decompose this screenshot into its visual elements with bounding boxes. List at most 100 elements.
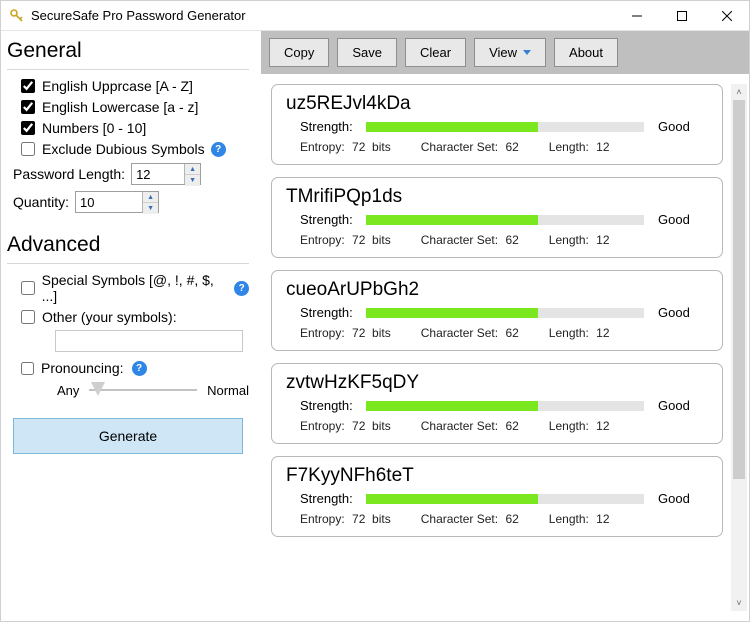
scroll-thumb[interactable] xyxy=(733,100,745,479)
lowercase-checkbox[interactable] xyxy=(21,100,35,114)
strength-bar xyxy=(366,215,644,225)
length-spin-down-icon[interactable]: ▼ xyxy=(185,175,200,186)
charset-label: Character Set: 62 xyxy=(421,140,519,154)
about-button[interactable]: About xyxy=(554,38,618,67)
numbers-label: Numbers [0 - 10] xyxy=(42,120,146,136)
strength-label: Strength: xyxy=(300,119,366,134)
scroll-down-icon[interactable]: ˅ xyxy=(731,595,747,611)
option-special-symbols[interactable]: Special Symbols [@, !, #, $, ...] ? xyxy=(21,272,249,304)
entropy-label: Entropy: 72 bits xyxy=(300,419,391,433)
option-other-symbols[interactable]: Other (your symbols): xyxy=(21,309,249,325)
length-label: Length: 12 xyxy=(549,140,610,154)
view-label: View xyxy=(489,45,517,60)
help-icon[interactable]: ? xyxy=(234,281,249,296)
password-text: uz5REJvl4kDa xyxy=(286,93,708,115)
section-general-title: General xyxy=(7,39,249,63)
strength-verdict: Good xyxy=(658,398,708,413)
password-text: TMrifiPQp1ds xyxy=(286,186,708,208)
option-lowercase[interactable]: English Lowercase [a - z] xyxy=(21,99,249,115)
lowercase-label: English Lowercase [a - z] xyxy=(42,99,198,115)
results-pane: uz5REJvl4kDa Strength: Good Entropy: 72 bit… xyxy=(261,74,749,621)
numbers-checkbox[interactable] xyxy=(21,121,35,135)
slider-label-right: Normal xyxy=(207,383,249,398)
minimize-button[interactable] xyxy=(614,1,659,31)
section-advanced-title: Advanced xyxy=(7,233,249,257)
strength-bar xyxy=(366,401,644,411)
clear-button[interactable]: Clear xyxy=(405,38,466,67)
quantity-label: Quantity: xyxy=(13,194,69,210)
strength-verdict: Good xyxy=(658,212,708,227)
sidebar: General English Upprcase [A - Z] English… xyxy=(1,31,261,621)
help-icon[interactable]: ? xyxy=(132,361,147,376)
charset-label: Character Set: 62 xyxy=(421,419,519,433)
divider xyxy=(7,263,249,264)
pronounce-label: Pronouncing: xyxy=(41,360,124,376)
password-text: F7KyyNFh6teT xyxy=(286,465,708,487)
entropy-label: Entropy: 72 bits xyxy=(300,233,391,247)
exclude-checkbox[interactable] xyxy=(21,142,35,156)
other-checkbox[interactable] xyxy=(21,310,35,324)
entropy-label: Entropy: 72 bits xyxy=(300,326,391,340)
pronounce-slider[interactable] xyxy=(89,380,197,400)
close-button[interactable] xyxy=(704,1,749,31)
qty-spin-up-icon[interactable]: ▲ xyxy=(143,192,158,203)
special-label: Special Symbols [@, !, #, $, ...] xyxy=(42,272,229,304)
length-spin-up-icon[interactable]: ▲ xyxy=(185,164,200,175)
password-card: TMrifiPQp1ds Strength: Good Entropy: 72 bit… xyxy=(271,177,723,258)
password-length-label: Password Length: xyxy=(13,166,125,182)
password-text: cueoArUPbGh2 xyxy=(286,279,708,301)
save-button[interactable]: Save xyxy=(337,38,397,67)
password-length-input[interactable] xyxy=(132,164,184,184)
option-exclude-dubious[interactable]: Exclude Dubious Symbols ? xyxy=(21,141,249,157)
charset-label: Character Set: 62 xyxy=(421,326,519,340)
view-button[interactable]: View xyxy=(474,38,546,67)
quantity-row: Quantity: ▲ ▼ xyxy=(13,191,249,213)
strength-verdict: Good xyxy=(658,305,708,320)
uppercase-checkbox[interactable] xyxy=(21,79,35,93)
chevron-down-icon xyxy=(523,50,531,55)
maximize-button[interactable] xyxy=(659,1,704,31)
copy-button[interactable]: Copy xyxy=(269,38,329,67)
strength-bar xyxy=(366,122,644,132)
password-card: zvtwHzKF5qDYStrength:GoodEntropy: 72 bit… xyxy=(271,363,723,444)
toolbar: Copy Save Clear View About xyxy=(261,31,749,74)
entropy-label: Entropy: 72 bits xyxy=(300,140,391,154)
password-card: cueoArUPbGh2 Strength: Good Entropy: 72 bit… xyxy=(271,270,723,351)
other-label: Other (your symbols): xyxy=(42,309,177,325)
strength-label: Strength: xyxy=(300,305,366,320)
strength-verdict: Good xyxy=(658,119,708,134)
titlebar: SecureSafe Pro Password Generator xyxy=(1,1,749,31)
special-checkbox[interactable] xyxy=(21,281,35,295)
entropy-label: Entropy: 72 bits xyxy=(300,512,391,526)
option-numbers[interactable]: Numbers [0 - 10] xyxy=(21,120,249,136)
help-icon[interactable]: ? xyxy=(211,142,226,157)
pronounce-checkbox[interactable] xyxy=(21,362,34,375)
generate-button[interactable]: Generate xyxy=(13,418,243,454)
length-label: Length: 12 xyxy=(549,326,610,340)
scrollbar[interactable]: ˄ ˅ xyxy=(731,84,747,611)
strength-label: Strength: xyxy=(300,398,366,413)
strength-bar xyxy=(366,308,644,318)
strength-bar xyxy=(366,494,644,504)
uppercase-label: English Upprcase [A - Z] xyxy=(42,78,193,94)
quantity-input[interactable] xyxy=(76,192,142,212)
strength-label: Strength: xyxy=(300,491,366,506)
scroll-up-icon[interactable]: ˄ xyxy=(731,84,747,100)
length-label: Length: 12 xyxy=(549,419,610,433)
exclude-label: Exclude Dubious Symbols xyxy=(42,141,205,157)
window-title: SecureSafe Pro Password Generator xyxy=(31,8,246,23)
slider-label-left: Any xyxy=(57,383,79,398)
password-card: F7KyyNFh6teTStrength:GoodEntropy: 72 bit… xyxy=(271,456,723,537)
length-label: Length: 12 xyxy=(549,512,610,526)
other-symbols-input[interactable] xyxy=(55,330,243,352)
slider-thumb-icon[interactable] xyxy=(91,382,105,396)
option-uppercase[interactable]: English Upprcase [A - Z] xyxy=(21,78,249,94)
length-label: Length: 12 xyxy=(549,233,610,247)
charset-label: Character Set: 62 xyxy=(421,233,519,247)
app-icon xyxy=(9,8,25,24)
qty-spin-down-icon[interactable]: ▼ xyxy=(143,203,158,214)
password-length-row: Password Length: ▲ ▼ xyxy=(13,163,249,185)
password-card: uz5REJvl4kDa Strength: Good Entropy: 72 bit… xyxy=(271,84,723,165)
charset-label: Character Set: 62 xyxy=(421,512,519,526)
strength-label: Strength: xyxy=(300,212,366,227)
